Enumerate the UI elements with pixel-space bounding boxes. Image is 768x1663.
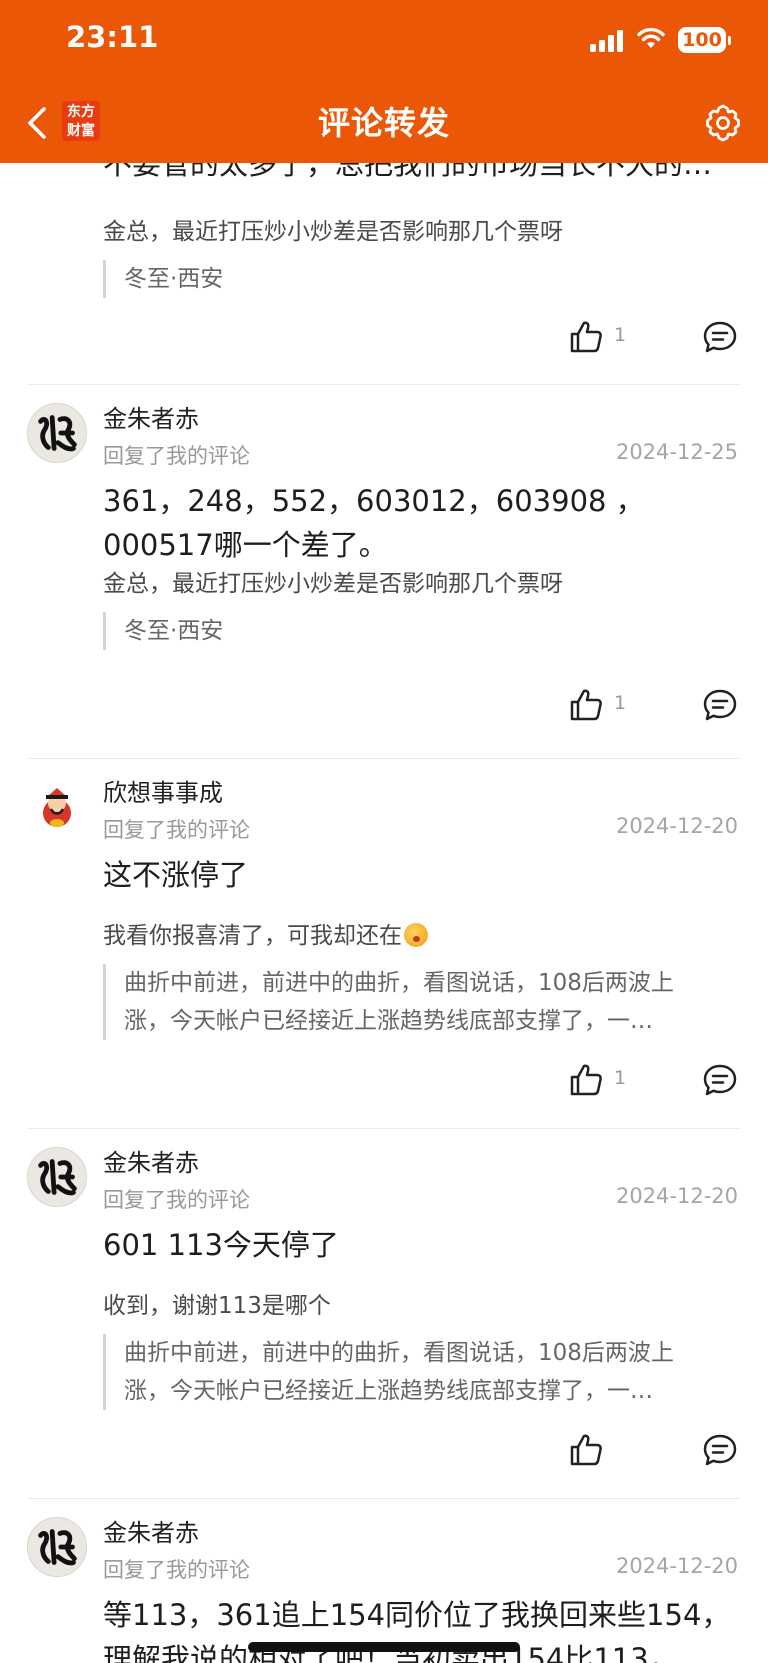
status-time: 23:11: [66, 20, 159, 54]
like-count: 1: [614, 1067, 627, 1089]
like-count: 1: [614, 324, 627, 346]
comment-text: 601 113今天停了: [103, 1228, 339, 1262]
divider: [27, 1128, 740, 1129]
comment-bubble-icon[interactable]: [702, 1062, 738, 1098]
username[interactable]: 金朱者赤: [103, 1513, 199, 1548]
reply-label: 回复了我的评论: [103, 1188, 250, 1212]
comment-bubble-icon[interactable]: [702, 319, 738, 355]
comment-text: 这不涨停了: [103, 858, 249, 892]
comment-date: 2024-12-20: [615, 1554, 738, 1578]
comment-date: 2024-12-25: [615, 440, 738, 464]
comment-bubble-icon[interactable]: [702, 1432, 738, 1468]
quoted-text: 曲折中前进，前进中的曲折，看图说话，108后两波上 涨，今天帐户已经接近上涨趋势…: [103, 1334, 752, 1410]
thumbs-up-icon[interactable]: [568, 1432, 604, 1468]
quoted-text: 曲折中前进，前进中的曲折，看图说话，108后两波上 涨，今天帐户已经接近上涨趋势…: [103, 964, 752, 1040]
comment-text: 361，248，552，603012，603908 ，000517哪一个差了。: [103, 484, 645, 562]
username[interactable]: 欣想事事成: [103, 773, 223, 808]
comment-date: 2024-12-20: [615, 814, 738, 838]
page-title: 评论转发: [317, 104, 450, 142]
user-avatar[interactable]: [27, 777, 87, 837]
comment-card: 金朱者赤 回复了我的评论 2024-12-20 601 113今天停了 收到，谢…: [0, 1128, 768, 1500]
comment-text: 等113，361追上154同价位了我换回来些154，理解我说的相对了吧！当初卖出…: [103, 1598, 731, 1663]
app-header: 23:11 100 东方 财富 评论转发: [0, 0, 768, 163]
wifi-icon: [637, 27, 665, 48]
emoji-icon: [404, 923, 428, 947]
reply-label: 回复了我的评论: [103, 444, 250, 468]
reply-text: 金总，最近打压炒小炒差是否影响那几个票呀: [103, 571, 563, 597]
home-indicator: [248, 1642, 520, 1652]
comment-date: 2024-12-20: [615, 1184, 738, 1208]
reply-label: 回复了我的评论: [103, 818, 250, 842]
comment-card: 金朱者赤 回复了我的评论 2024-12-20 等113，361追上154同价位…: [0, 1498, 768, 1663]
thumbs-up-icon[interactable]: [568, 1062, 604, 1098]
reply-text: 我看你报喜清了，可我却还在: [103, 916, 733, 950]
reply-text: 收到，谢谢113是哪个: [103, 1293, 331, 1319]
comment-card: 欣想事事成 回复了我的评论 2024-12-20 这不涨停了 我看你报喜清了，可…: [0, 758, 768, 1130]
username[interactable]: 金朱者赤: [103, 399, 199, 434]
username[interactable]: 金朱者赤: [103, 1143, 199, 1178]
divider: [27, 384, 740, 385]
thumbs-up-icon[interactable]: [568, 319, 604, 355]
user-avatar[interactable]: [27, 1147, 87, 1207]
comment-card: 金朱者赤 回复了我的评论 2024-12-25 361，248，552，6030…: [0, 384, 768, 756]
battery-indicator: 100: [678, 27, 731, 53]
user-avatar[interactable]: [27, 403, 87, 463]
reply-text: 金总，最近打压炒小炒差是否影响那几个票呀: [103, 219, 563, 245]
user-avatar[interactable]: [27, 1517, 87, 1577]
comment-bubble-icon[interactable]: [702, 687, 738, 723]
cellular-signal-icon: [590, 30, 623, 52]
quoted-text: 冬至·西安: [103, 260, 752, 298]
gear-icon[interactable]: [703, 103, 743, 143]
like-count: 1: [614, 692, 627, 714]
quoted-text: 冬至·西安: [103, 612, 752, 650]
reply-label: 回复了我的评论: [103, 1558, 250, 1582]
divider: [27, 1498, 740, 1499]
divider: [27, 758, 740, 759]
thumbs-up-icon[interactable]: [568, 687, 604, 723]
